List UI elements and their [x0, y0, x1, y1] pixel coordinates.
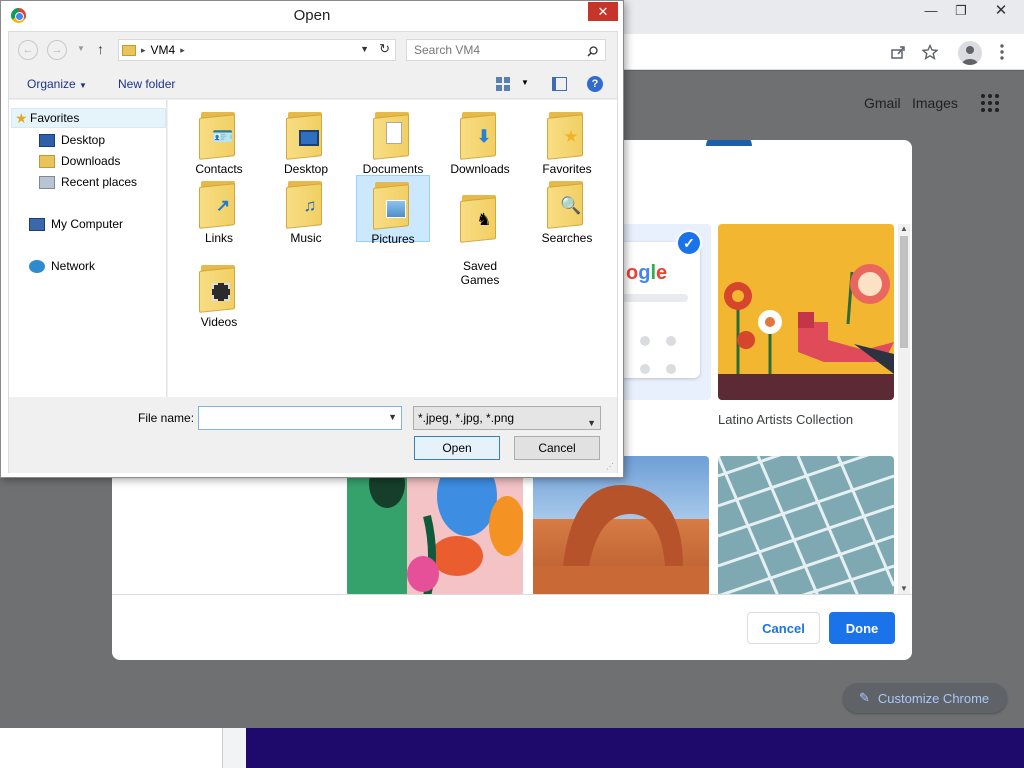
download-arrow-icon: ⬇ — [476, 127, 492, 146]
breadcrumb[interactable]: VM4 — [151, 43, 176, 57]
open-dialog-titlebar[interactable]: Open — [1, 1, 623, 31]
picture-icon — [386, 200, 406, 218]
folder-item-links[interactable]: ↗ Links — [182, 175, 256, 245]
recent-places-icon — [39, 175, 55, 189]
magnifier-icon: 🔍 — [560, 196, 582, 215]
minimize-button[interactable]: — — [916, 0, 946, 22]
tile-latino-artists[interactable] — [718, 224, 894, 400]
file-type-select[interactable]: *.jpeg, *.jpg, *.png ▼ — [413, 406, 601, 430]
chess-piece-icon: ♞ — [476, 210, 492, 229]
forward-arrow-icon[interactable]: → — [47, 40, 67, 60]
background-grid-scrollbar[interactable]: ▲ ▼ — [898, 224, 910, 594]
folder-item-videos[interactable]: Videos — [182, 259, 256, 329]
address-dropdown-icon[interactable]: ▼ — [360, 44, 369, 54]
document-icon — [386, 122, 402, 144]
file-type-value: *.jpeg, *.jpg, *.png — [418, 411, 515, 425]
folder-item-favorites[interactable]: ★ Favorites — [530, 106, 604, 176]
folder-item-desktop[interactable]: Desktop — [269, 106, 343, 176]
search-placeholder: Search VM4 — [414, 43, 481, 57]
back-arrow-icon[interactable]: ← — [18, 40, 38, 60]
search-icon — [587, 44, 598, 64]
up-arrow-icon[interactable]: ↑ — [97, 41, 104, 57]
folder-item-saved-games[interactable]: ♞ Saved Games — [443, 175, 517, 287]
search-input[interactable]: Search VM4 — [406, 39, 606, 61]
downloads-folder-icon — [39, 154, 55, 168]
footer-divider — [112, 594, 912, 595]
nav-item-favorites[interactable]: ★ Favorites — [11, 108, 166, 128]
breadcrumb-chevron-icon: ▸ — [141, 44, 146, 55]
chevron-down-icon: ▼ — [587, 418, 596, 428]
restore-button[interactable]: ❐ — [946, 0, 976, 22]
nav-item-desktop[interactable]: Desktop — [39, 130, 105, 150]
open-file-dialog: Open ✕ ← → ▼ ↑ ▸ VM4 ▸ ▼ ↻ Search VM4 Or… — [0, 0, 624, 478]
folder-item-documents[interactable]: Documents — [356, 106, 430, 176]
folder-item-contacts[interactable]: 🪪 Contacts — [182, 106, 256, 176]
star-icon: ★ — [563, 127, 579, 146]
computer-icon — [29, 217, 45, 231]
share-icon[interactable] — [889, 43, 907, 61]
cancel-button[interactable]: Cancel — [747, 612, 820, 644]
open-dialog-title: Open — [293, 7, 331, 24]
taskbar-divider — [222, 728, 246, 768]
open-dialog-footer: File name: ▼ *.jpeg, *.jpg, *.png ▼ Open… — [9, 397, 617, 473]
view-dropdown-icon[interactable]: ▼ — [521, 78, 529, 87]
pencil-icon: ✎ — [859, 690, 870, 705]
chevron-down-icon[interactable]: ▼ — [388, 412, 397, 422]
open-dialog-toolbar: Organize ▼ New folder ▼ ? — [9, 69, 617, 99]
new-folder-button[interactable]: New folder — [118, 77, 175, 91]
network-icon — [29, 259, 45, 273]
folder-icon — [122, 44, 136, 56]
images-link[interactable]: Images — [912, 95, 958, 111]
folder-item-downloads[interactable]: ⬇ Downloads — [443, 106, 517, 176]
nav-item-my-computer[interactable]: My Computer — [29, 214, 123, 234]
customize-chrome-label: Customize Chrome — [877, 690, 990, 706]
more-menu-icon[interactable] — [993, 43, 1011, 61]
folder-item-music[interactable]: ♫ Music — [269, 175, 343, 245]
monitor-icon — [299, 130, 319, 146]
music-note-icon: ♫ — [303, 196, 317, 215]
breadcrumb-chevron-icon: ▸ — [180, 44, 185, 55]
selected-check-icon: ✓ — [676, 230, 702, 256]
done-button[interactable]: Done — [829, 612, 895, 644]
tile-label-latino: Latino Artists Collection — [718, 412, 854, 427]
link-arrow-icon: ↗ — [215, 196, 231, 215]
tile-glass-building[interactable] — [718, 456, 894, 594]
star-icon: ★ — [15, 109, 28, 126]
monitor-icon — [39, 133, 55, 147]
navigation-pane: ★ Favorites Desktop Downloads Recent pla… — [9, 100, 167, 397]
bookmark-star-icon[interactable] — [921, 43, 939, 61]
refresh-icon[interactable]: ↻ — [379, 41, 390, 57]
folder-item-searches[interactable]: 🔍 Searches — [530, 175, 604, 245]
taskbar-background — [246, 728, 1024, 768]
gmail-link[interactable]: Gmail — [864, 95, 901, 111]
nav-item-downloads[interactable]: Downloads — [39, 151, 120, 171]
file-list: 🪪 Contacts Desktop Documents ⬇ Downloads… — [168, 100, 617, 397]
film-icon — [212, 283, 230, 301]
taskbar-left — [0, 728, 222, 768]
apps-grid-icon[interactable] — [981, 94, 999, 112]
file-name-input[interactable]: ▼ — [198, 406, 402, 430]
close-dialog-button[interactable]: ✕ — [588, 2, 618, 21]
close-window-button[interactable]: ✕ — [978, 0, 1024, 22]
profile-avatar[interactable] — [958, 41, 982, 65]
help-icon[interactable]: ? — [587, 76, 603, 92]
folder-item-pictures[interactable]: Pictures — [356, 175, 430, 246]
open-button[interactable]: Open — [414, 436, 500, 460]
view-options-icon[interactable] — [496, 77, 510, 91]
contact-card-icon: 🪪 — [212, 127, 234, 146]
customize-chrome-button[interactable]: ✎ Customize Chrome — [843, 683, 1007, 713]
resize-grip-icon[interactable]: ⋰ — [606, 462, 614, 471]
address-bar[interactable]: ▸ VM4 ▸ ▼ ↻ — [118, 39, 396, 61]
nav-item-recent-places[interactable]: Recent places — [39, 172, 137, 192]
file-name-label: File name: — [138, 411, 195, 425]
open-dialog-body: ← → ▼ ↑ ▸ VM4 ▸ ▼ ↻ Search VM4 Organize … — [8, 31, 618, 473]
preview-pane-icon[interactable] — [552, 77, 567, 91]
nav-item-network[interactable]: Network — [29, 256, 95, 276]
google-logo: ogle — [626, 262, 668, 284]
recent-locations-chevron-icon[interactable]: ▼ — [77, 44, 85, 53]
theme-preview-accent — [706, 140, 752, 146]
organize-button[interactable]: Organize ▼ — [27, 77, 87, 91]
cancel-dialog-button[interactable]: Cancel — [514, 436, 600, 460]
